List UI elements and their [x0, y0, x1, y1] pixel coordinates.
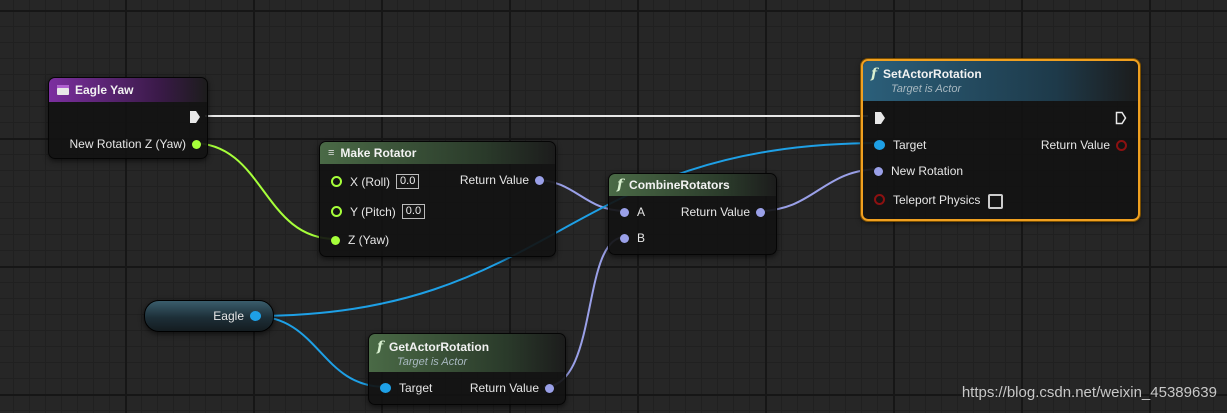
function-icon: f	[377, 339, 384, 355]
combine-a-label: A	[637, 205, 646, 219]
float-pin-icon	[331, 235, 340, 245]
rotator-pin-icon	[535, 175, 544, 185]
get-actor-rotation-title: GetActorRotation	[389, 340, 490, 354]
boolean-pin-empty-icon	[874, 194, 885, 205]
make-rotator-header[interactable]: ≡ Make Rotator	[320, 142, 555, 164]
combine-b-label: B	[637, 231, 646, 245]
function-icon: f	[617, 177, 624, 193]
eagle-yaw-title: Eagle Yaw	[75, 83, 134, 97]
watermark: https://blog.csdn.net/weixin_45389639	[961, 384, 1217, 401]
eagle-variable-label: Eagle	[213, 309, 244, 323]
eagle-yaw-node[interactable]: Eagle Yaw New Rotation Z (Yaw)	[48, 77, 208, 159]
rotator-pin-icon	[620, 207, 629, 217]
set-rotation-teleport-pin[interactable]: Teleport Physics	[874, 190, 1004, 209]
set-actor-rotation-subtitle: Target is Actor	[891, 83, 962, 95]
get-rotation-return-pin[interactable]: Return Value	[470, 381, 554, 395]
rotator-pin-icon	[620, 233, 629, 243]
float-pin-empty-icon	[331, 176, 342, 187]
combine-rotators-header[interactable]: f CombineRotators	[609, 174, 776, 196]
make-rotator-z-pin[interactable]: Z (Yaw)	[331, 233, 389, 247]
combine-return-label: Return Value	[680, 205, 750, 219]
set-rotation-exec-in[interactable]	[874, 111, 886, 125]
set-actor-rotation-header[interactable]: f SetActorRotation Target is Actor	[863, 61, 1138, 101]
z-yaw-label: Z (Yaw)	[348, 233, 390, 247]
eagle-yaw-header[interactable]: Eagle Yaw	[49, 78, 207, 102]
new-rotation-label: New Rotation	[891, 164, 964, 178]
make-struct-icon: ≡	[328, 147, 335, 159]
rotator-pin-icon	[756, 207, 765, 217]
combine-b-pin[interactable]: B	[620, 231, 645, 245]
event-icon	[57, 85, 69, 95]
make-rotator-return-label: Return Value	[459, 173, 529, 187]
combine-return-pin[interactable]: Return Value	[681, 205, 765, 219]
exec-pin-empty-icon	[1115, 111, 1127, 125]
y-pitch-label: Y (Pitch)	[350, 204, 396, 219]
get-actor-rotation-header[interactable]: f GetActorRotation Target is Actor	[369, 334, 565, 372]
combine-rotators-node[interactable]: f CombineRotators A B Return Value	[608, 173, 777, 255]
y-pitch-value[interactable]: 0.0	[401, 204, 426, 219]
exec-pin-icon	[190, 111, 200, 123]
combine-a-pin[interactable]: A	[620, 205, 645, 219]
boolean-pin-empty-icon	[1116, 139, 1127, 151]
set-rotation-new-rotation-pin[interactable]: New Rotation	[874, 164, 963, 178]
make-rotator-title: Make Rotator	[340, 146, 417, 160]
set-target-label: Target	[893, 138, 927, 152]
make-rotator-y-pin[interactable]: Y (Pitch) 0.0	[331, 204, 426, 219]
make-rotator-return-pin[interactable]: Return Value	[460, 173, 544, 187]
x-roll-value[interactable]: 0.0	[396, 174, 420, 189]
set-rotation-target-pin[interactable]: Target	[874, 138, 926, 152]
function-icon: f	[871, 66, 878, 82]
eagle-variable-out-pin[interactable]: Eagle	[213, 309, 261, 323]
set-rotation-exec-out[interactable]	[1115, 111, 1127, 125]
eagle-yaw-exec-out[interactable]	[189, 110, 201, 124]
set-rotation-return-pin[interactable]: Return Value	[1041, 138, 1127, 152]
make-rotator-x-pin[interactable]: X (Roll) 0.0	[331, 174, 420, 189]
float-pin-icon	[192, 139, 201, 149]
get-rotation-target-pin[interactable]: Target	[380, 381, 432, 395]
exec-pin-icon	[875, 112, 885, 124]
get-return-label: Return Value	[469, 381, 539, 395]
combine-rotators-title: CombineRotators	[629, 178, 730, 192]
x-roll-label: X (Roll)	[350, 174, 391, 189]
object-pin-icon	[874, 140, 885, 150]
teleport-physics-label: Teleport Physics	[893, 192, 981, 207]
wire-eagle-to-target-get[interactable]	[252, 315, 387, 388]
object-pin-icon	[250, 311, 261, 321]
get-target-label: Target	[399, 381, 433, 395]
make-rotator-node[interactable]: ≡ Make Rotator X (Roll) 0.0 Y (Pitch) 0.…	[319, 141, 556, 257]
object-pin-icon	[380, 383, 391, 393]
eagle-variable-node[interactable]: Eagle	[144, 300, 274, 332]
get-actor-rotation-subtitle: Target is Actor	[397, 356, 468, 368]
eagle-yaw-new-rotation-pin[interactable]: New Rotation Z (Yaw)	[70, 137, 201, 151]
teleport-physics-checkbox[interactable]	[988, 194, 1004, 209]
set-actor-rotation-title: SetActorRotation	[883, 67, 982, 81]
rotator-pin-icon	[545, 383, 554, 393]
eagle-yaw-out-label: New Rotation Z (Yaw)	[69, 137, 186, 151]
set-actor-rotation-node[interactable]: f SetActorRotation Target is Actor Targe…	[861, 59, 1140, 221]
wire-yaw-to-z[interactable]	[191, 142, 337, 240]
rotator-pin-icon	[874, 166, 883, 176]
float-pin-empty-icon	[331, 206, 342, 217]
set-return-label: Return Value	[1040, 138, 1110, 152]
get-actor-rotation-node[interactable]: f GetActorRotation Target is Actor Targe…	[368, 333, 566, 405]
